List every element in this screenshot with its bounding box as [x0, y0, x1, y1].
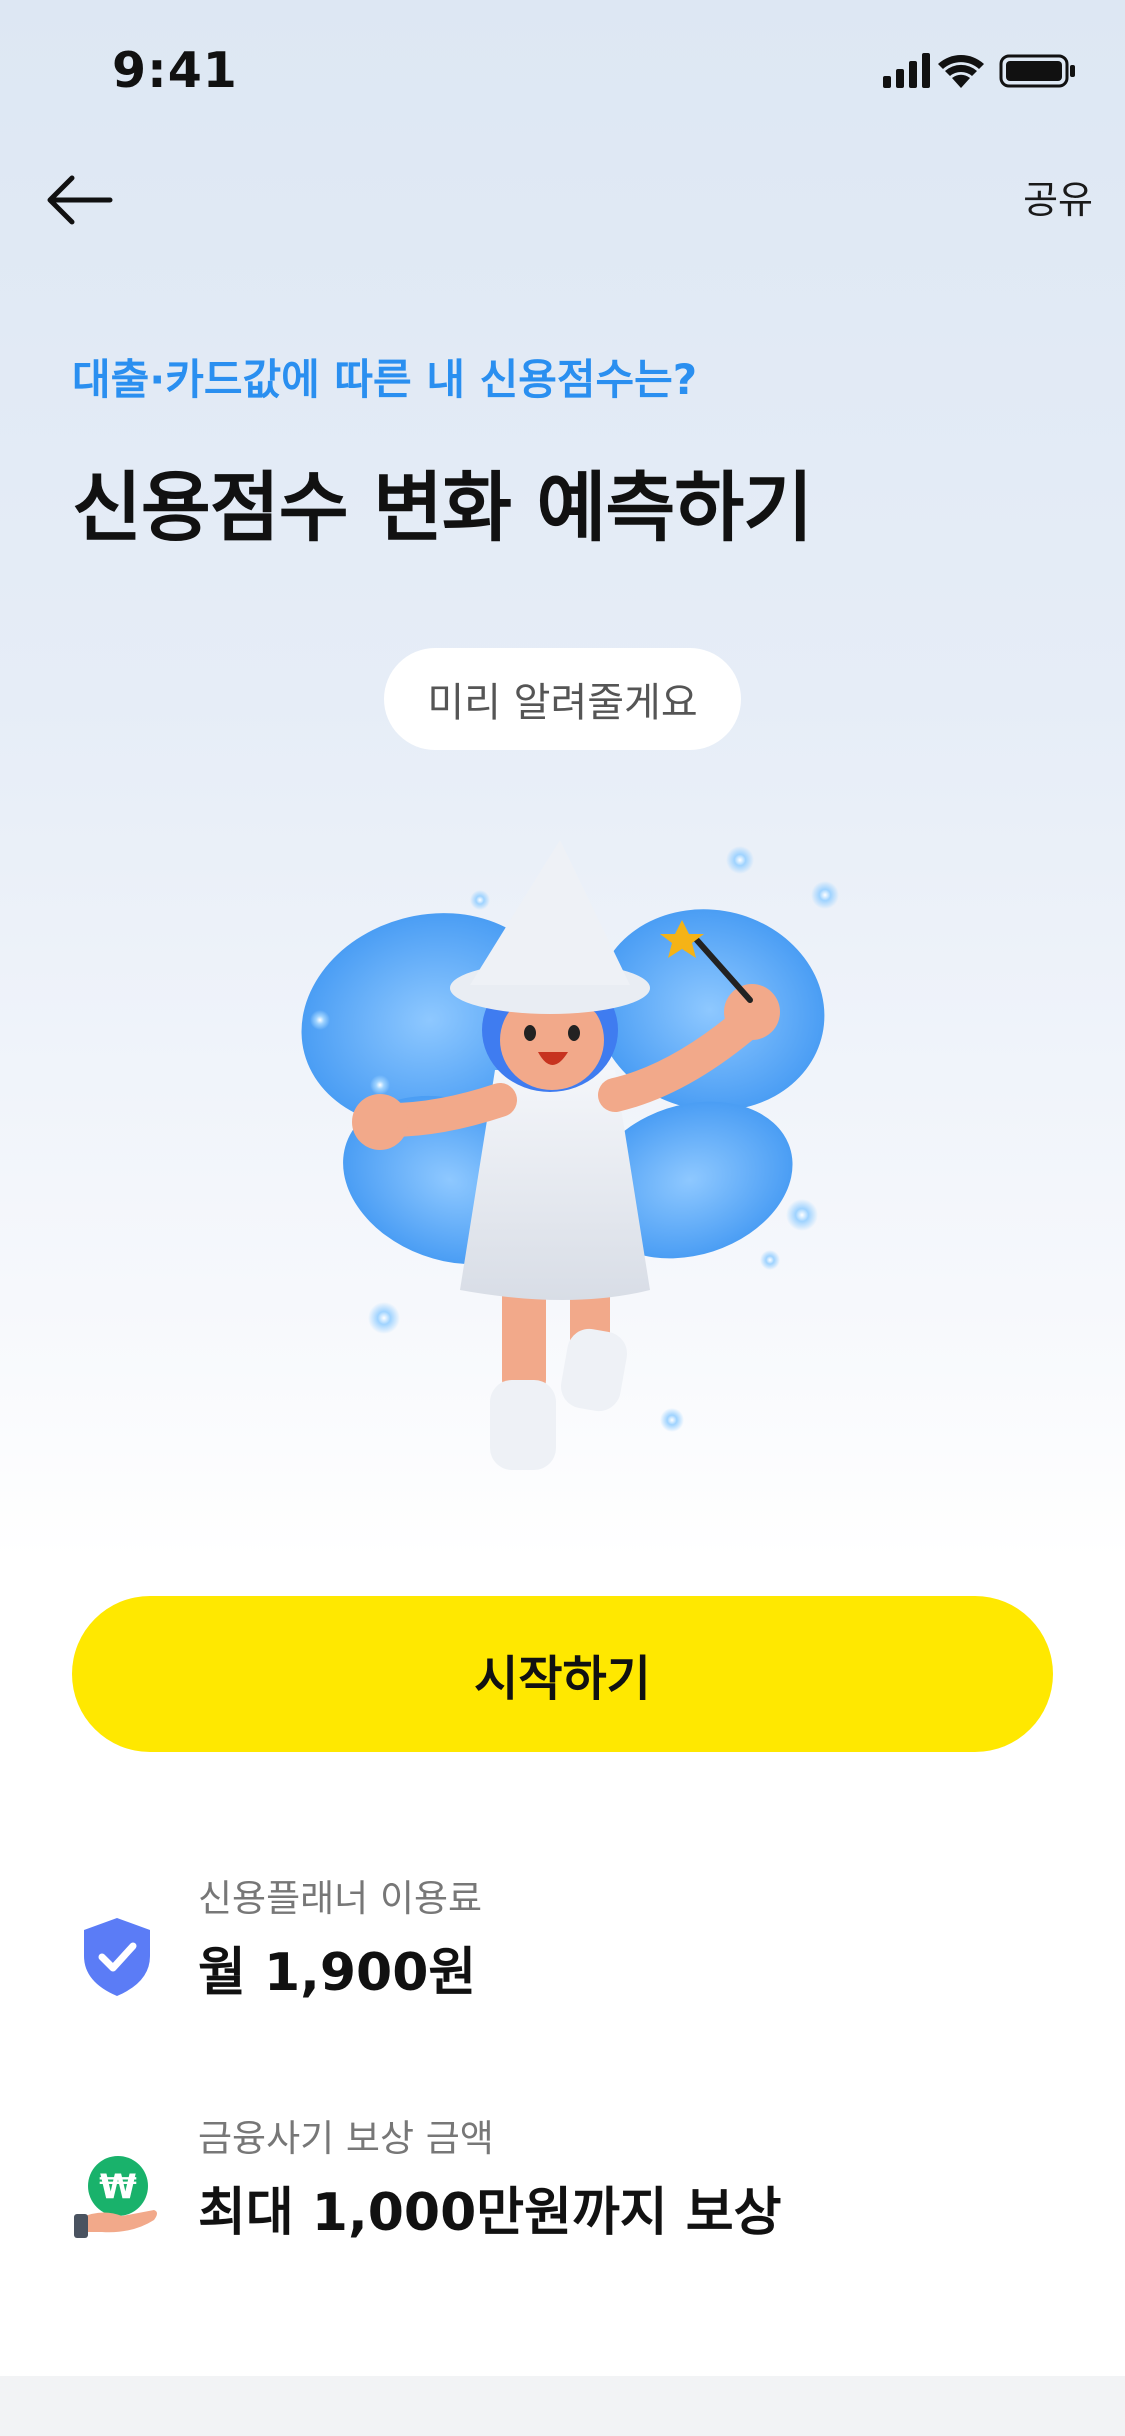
fairy-character-icon: [301, 840, 839, 1470]
info-value: 월 1,900원: [198, 1943, 477, 2003]
page-subtitle: 대출·카드값에 따른 내 신용점수는?: [72, 355, 698, 404]
info-row-compensation: ₩ 금융사기 보상 금액 최대 1,000만원까지 보상: [72, 2108, 1053, 2258]
start-button[interactable]: 시작하기: [72, 1596, 1053, 1752]
status-icons: [879, 48, 1079, 92]
battery-icon: [999, 54, 1075, 88]
arrow-left-icon: [47, 175, 113, 225]
shield-check-icon: [72, 1912, 162, 2002]
bottom-divider: [0, 2376, 1125, 2436]
page-title: 신용점수 변화 예측하기: [72, 463, 813, 552]
info-row-fee: 신용플래너 이용료 월 1,900원: [72, 1868, 1053, 2018]
won-coin-hand-icon: ₩: [72, 2152, 162, 2242]
info-label: 금융사기 보상 금액: [198, 2117, 494, 2160]
notice-pill: 미리 알려줄게요: [384, 648, 741, 750]
svg-text:₩: ₩: [99, 2167, 137, 2207]
info-label: 신용플래너 이용료: [198, 1877, 483, 1920]
signal-wifi-battery-icon: [883, 53, 1075, 88]
status-time: 9:41: [112, 42, 238, 99]
share-button[interactable]: 공유: [1023, 168, 1093, 232]
signal-icon: [883, 53, 930, 88]
wifi-icon: [938, 55, 984, 88]
nav-bar: 공유: [0, 150, 1125, 250]
info-value: 최대 1,000만원까지 보상: [198, 2183, 782, 2243]
fairy-illustration: [280, 820, 860, 1500]
status-bar: 9:41: [0, 0, 1125, 140]
back-button[interactable]: [40, 168, 120, 232]
notice-pill-text: 미리 알려줄게요: [427, 680, 698, 726]
